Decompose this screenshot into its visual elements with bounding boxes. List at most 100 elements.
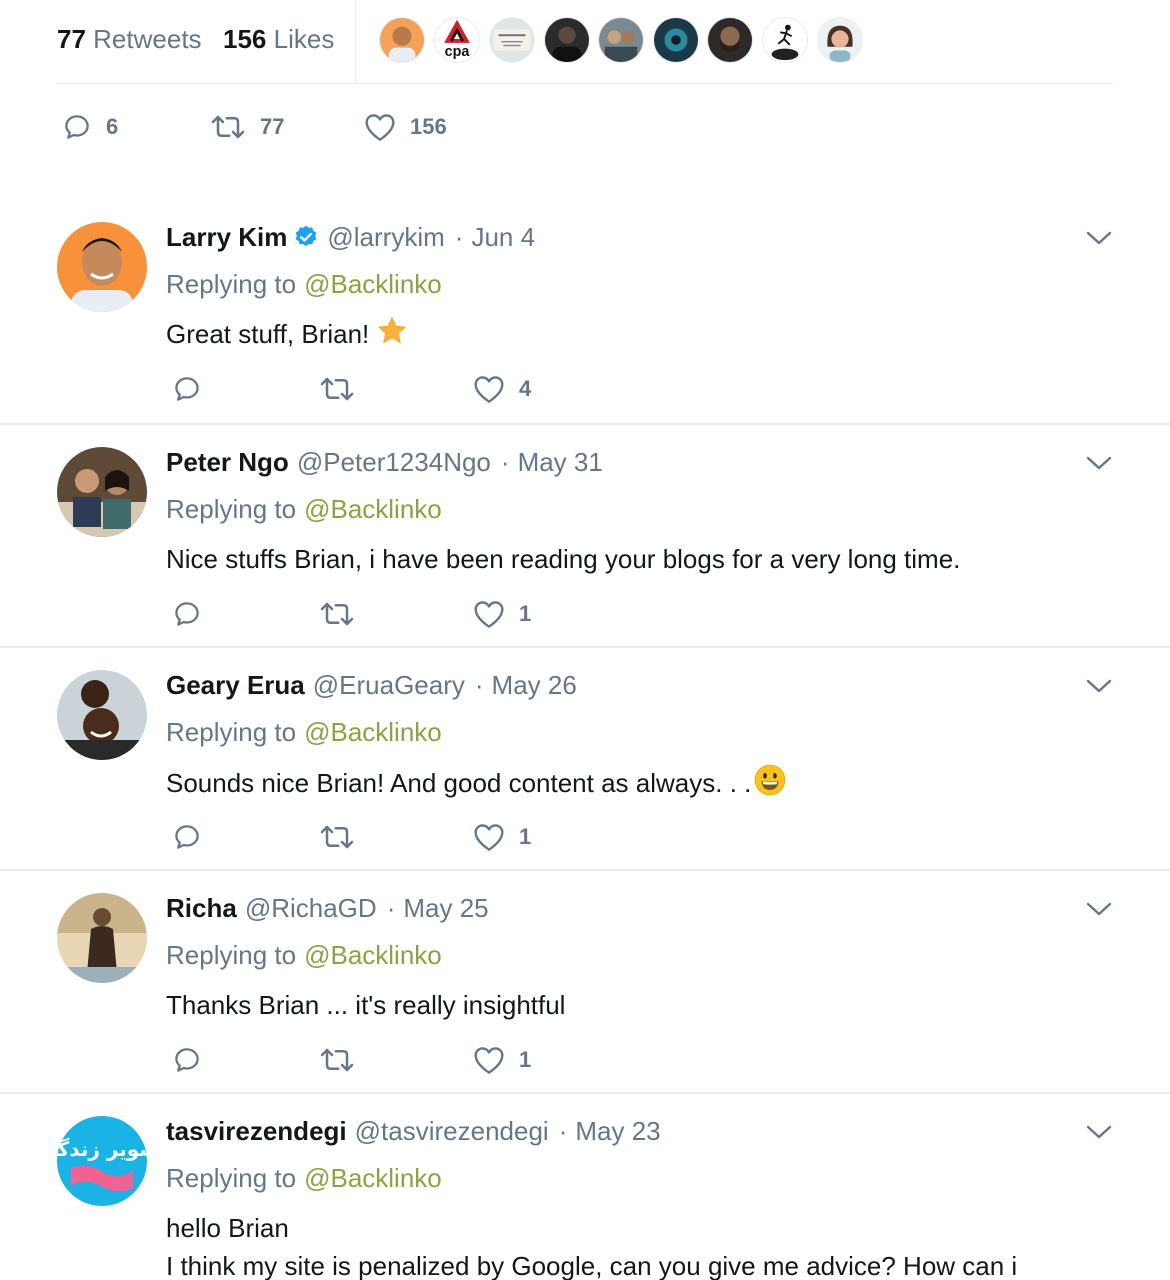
tweet-text: Sounds nice Brian! And good content as a… bbox=[166, 763, 787, 807]
avatar[interactable] bbox=[57, 222, 147, 312]
tweet-date[interactable]: May 31 bbox=[518, 447, 603, 477]
retweet-action[interactable] bbox=[319, 1045, 355, 1075]
user-handle[interactable]: @EruaGeary bbox=[313, 670, 465, 700]
avatar[interactable] bbox=[57, 447, 147, 537]
separator: · bbox=[386, 893, 396, 923]
like-action[interactable]: 1 bbox=[473, 1045, 531, 1075]
reply-header: Richa @RichaGD · May 25 bbox=[166, 893, 489, 923]
tweet-text-line: Nice stuffs Brian, i have been reading y… bbox=[166, 544, 961, 574]
replying-to: Replying to @Backlinko bbox=[166, 269, 442, 299]
svg-text:cpa: cpa bbox=[445, 44, 471, 60]
separator: · bbox=[500, 447, 510, 477]
tweet-text-line: I think my site is penalized by Google, … bbox=[166, 1251, 1018, 1280]
retweet-action[interactable] bbox=[319, 599, 355, 629]
separator: · bbox=[454, 222, 464, 252]
retweets-stat[interactable]: 77 Retweets bbox=[57, 24, 202, 54]
avatar[interactable]: تصویر زندگی bbox=[57, 1116, 147, 1206]
retweet-icon bbox=[320, 602, 354, 626]
liker-avatar[interactable] bbox=[762, 17, 808, 63]
reply-tweet[interactable]: Larry Kim @larrykim · Jun 4 Replying to @… bbox=[0, 222, 1170, 425]
user-handle[interactable]: @larrykim bbox=[327, 222, 444, 252]
tweet-date[interactable]: May 23 bbox=[575, 1116, 660, 1146]
reply-count: 6 bbox=[106, 114, 119, 139]
chevron-down-icon[interactable] bbox=[1086, 230, 1112, 246]
user-handle[interactable]: @Peter1234Ngo bbox=[297, 447, 491, 477]
user-handle[interactable]: @RichaGD bbox=[245, 893, 377, 923]
display-name[interactable]: Geary Erua bbox=[166, 670, 305, 700]
tweet-text-line: Sounds nice Brian! And good content as a… bbox=[166, 767, 752, 798]
retweet-action[interactable] bbox=[319, 374, 355, 404]
like-action[interactable]: 4 bbox=[473, 374, 531, 404]
avatar[interactable] bbox=[57, 670, 147, 760]
retweet-icon bbox=[320, 825, 354, 849]
reply-tweet[interactable]: تصویر زندگی tasvirezendegi @tasvirezende… bbox=[0, 1116, 1170, 1280]
user-handle[interactable]: @tasvirezendegi bbox=[355, 1116, 549, 1146]
heart-icon bbox=[474, 376, 504, 403]
like-action[interactable]: 156 bbox=[364, 112, 447, 142]
tweet-text: Nice stuffs Brian, i have been reading y… bbox=[166, 540, 960, 578]
tweet-text-line: hello Brian bbox=[166, 1213, 289, 1243]
chevron-down-icon[interactable] bbox=[1086, 1124, 1112, 1140]
reply-tweet[interactable]: Geary Erua @EruaGeary · May 26 Replying … bbox=[0, 670, 1170, 871]
liker-avatar[interactable]: cpa bbox=[434, 17, 480, 63]
grinning-face-emoji-icon bbox=[753, 763, 787, 807]
reply-action[interactable] bbox=[172, 599, 202, 629]
reply-action[interactable]: 6 bbox=[62, 112, 118, 142]
tweet-date[interactable]: May 26 bbox=[492, 670, 577, 700]
retweet-action[interactable] bbox=[319, 822, 355, 852]
tweet-date[interactable]: Jun 4 bbox=[471, 222, 535, 252]
heart-icon bbox=[474, 824, 504, 851]
mention-link[interactable]: @Backlinko bbox=[304, 1163, 442, 1193]
chevron-down-icon[interactable] bbox=[1086, 455, 1112, 471]
liker-avatar[interactable] bbox=[598, 17, 644, 63]
reply-header: tasvirezendegi @tasvirezendegi · May 23 bbox=[166, 1116, 661, 1146]
logo-text: تصویر زندگی bbox=[57, 1137, 147, 1161]
liker-avatar[interactable] bbox=[489, 17, 535, 63]
like-count: 1 bbox=[519, 824, 532, 849]
reply-action[interactable] bbox=[172, 374, 202, 404]
mention-link[interactable]: @Backlinko bbox=[304, 269, 442, 299]
star-emoji-icon bbox=[375, 315, 409, 357]
retweets-label: Retweets bbox=[93, 24, 202, 54]
like-action[interactable]: 1 bbox=[473, 599, 531, 629]
retweet-count: 77 bbox=[260, 114, 285, 139]
reply-action[interactable] bbox=[172, 822, 202, 852]
like-count: 4 bbox=[519, 376, 532, 401]
reply-tweet[interactable]: Peter Ngo @Peter1234Ngo · May 31 Replyin… bbox=[0, 447, 1170, 648]
reply-tweet[interactable]: Richa @RichaGD · May 25 Replying to @Back… bbox=[0, 893, 1170, 1094]
replying-to: Replying to @Backlinko bbox=[166, 717, 442, 747]
tweet-text-line: Thanks Brian ... it's really insightful bbox=[166, 990, 566, 1020]
reply-actions: 1 bbox=[0, 822, 1170, 856]
display-name[interactable]: Peter Ngo bbox=[166, 447, 289, 477]
tweet-date[interactable]: May 25 bbox=[403, 893, 488, 923]
like-count: 1 bbox=[519, 601, 532, 626]
mention-link[interactable]: @Backlinko bbox=[304, 940, 442, 970]
mention-link[interactable]: @Backlinko bbox=[304, 717, 442, 747]
liker-avatar[interactable] bbox=[817, 17, 863, 63]
reply-icon bbox=[175, 377, 199, 401]
chevron-down-icon[interactable] bbox=[1086, 678, 1112, 694]
display-name[interactable]: Larry Kim bbox=[166, 222, 287, 252]
like-count: 1 bbox=[519, 1047, 532, 1072]
liker-avatar[interactable] bbox=[653, 17, 699, 63]
likes-count: 156 bbox=[223, 24, 267, 54]
display-name[interactable]: tasvirezendegi bbox=[166, 1116, 347, 1146]
chevron-down-icon[interactable] bbox=[1086, 901, 1112, 917]
liker-avatar[interactable] bbox=[544, 17, 590, 63]
display-name[interactable]: Richa bbox=[166, 893, 237, 923]
likes-stat[interactable]: 156 Likes bbox=[223, 24, 334, 54]
reply-header: Geary Erua @EruaGeary · May 26 bbox=[166, 670, 577, 700]
avatar[interactable] bbox=[57, 893, 147, 983]
reply-action[interactable] bbox=[172, 1045, 202, 1075]
like-action[interactable]: 1 bbox=[473, 822, 531, 852]
retweet-icon bbox=[320, 377, 354, 401]
tweet-text: Great stuff, Brian! bbox=[166, 315, 409, 357]
retweet-action[interactable]: 77 bbox=[210, 112, 284, 142]
mention-link[interactable]: @Backlinko bbox=[304, 494, 442, 524]
retweet-icon bbox=[320, 1048, 354, 1072]
heart-icon bbox=[474, 1047, 504, 1074]
replying-to: Replying to @Backlinko bbox=[166, 1163, 442, 1193]
liker-avatar[interactable] bbox=[379, 17, 425, 63]
liker-avatar[interactable] bbox=[707, 17, 753, 63]
heart-icon bbox=[365, 114, 395, 141]
